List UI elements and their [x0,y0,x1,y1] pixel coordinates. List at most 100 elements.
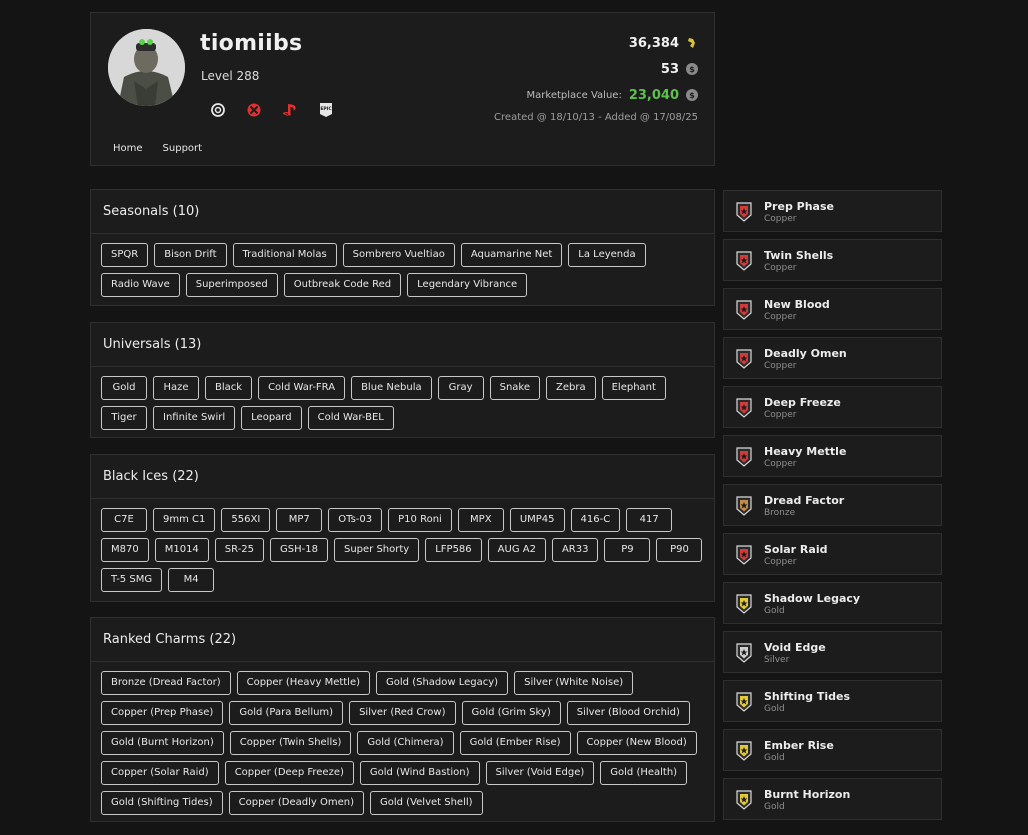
ranked-season-card[interactable]: Deep Freeze Copper [723,386,942,428]
item-chip[interactable]: Leopard [241,406,302,430]
item-chip[interactable]: Gold (Chimera) [357,731,454,755]
item-chip[interactable]: La Leyenda [568,243,646,267]
ranked-season-card[interactable]: Void Edge Silver [723,631,942,673]
ranked-season-card[interactable]: Twin Shells Copper [723,239,942,281]
ranked-season-card[interactable]: Burnt Horizon Gold [723,778,942,820]
ranked-season-card[interactable]: Ember Rise Gold [723,729,942,771]
season-name: Prep Phase [764,200,834,213]
item-chip[interactable]: Copper (Solar Raid) [101,761,219,785]
item-chip[interactable]: SPQR [101,243,149,267]
copper-rank-icon [736,545,752,565]
item-chip[interactable]: AUG A2 [487,538,546,562]
item-chip[interactable]: Elephant [601,376,666,400]
r6-credits-icon: $ [686,89,698,101]
season-rank: Copper [764,263,797,273]
platform-list: EPIC [209,101,335,119]
item-chip[interactable]: MPX [457,508,504,532]
ranked-season-card[interactable]: Dread Factor Bronze [723,484,942,526]
item-chip[interactable]: Legendary Vibrance [407,273,528,297]
item-chip[interactable]: Copper (Prep Phase) [101,701,224,725]
item-chip[interactable]: Copper (Heavy Mettle) [236,671,371,695]
item-chip[interactable]: Sombrero Vueltiao [342,243,455,267]
item-chip[interactable]: Gold (Health) [600,761,688,785]
item-chip[interactable]: Copper (New Blood) [576,731,697,755]
xbox-icon[interactable] [245,101,263,119]
item-chip[interactable]: Blue Nebula [351,376,432,400]
item-chip[interactable]: Traditional Molas [232,243,337,267]
item-chip[interactable]: P10 Roni [388,508,452,532]
item-chip[interactable]: GSH-18 [270,538,328,562]
item-chip[interactable]: Radio Wave [101,273,180,297]
item-chip[interactable]: Outbreak Code Red [283,273,402,297]
item-chip[interactable]: Copper (Deadly Omen) [228,791,364,815]
ranked-season-card[interactable]: Shifting Tides Gold [723,680,942,722]
item-chip[interactable]: P9 [604,538,651,562]
item-chip[interactable]: Gold (Velvet Shell) [370,791,483,815]
item-chip[interactable]: Copper (Twin Shells) [229,731,352,755]
ranked-season-card[interactable]: Prep Phase Copper [723,190,942,232]
section-title: Ranked Charms (22) [91,618,714,662]
item-chip[interactable]: Super Shorty [333,538,420,562]
profile-nav: Home Support [113,143,202,154]
item-chip[interactable]: MP7 [276,508,323,532]
item-chip[interactable]: Black [205,376,253,400]
item-chip[interactable]: Silver (Blood Orchid) [566,701,690,725]
item-chip[interactable]: AR33 [551,538,599,562]
item-chip[interactable]: M1014 [154,538,209,562]
item-chip[interactable]: SR-25 [214,538,265,562]
season-name: New Blood [764,298,830,311]
ranked-season-card[interactable]: Solar Raid Copper [723,533,942,575]
item-chip[interactable]: Snake [489,376,541,400]
item-chip[interactable]: Gold (Burnt Horizon) [101,731,224,755]
ranked-season-card[interactable]: Shadow Legacy Gold [723,582,942,624]
ubisoft-icon[interactable] [209,101,227,119]
item-chip[interactable]: OTs-03 [328,508,383,532]
item-chip[interactable]: Gold (Grim Sky) [461,701,561,725]
item-chip[interactable]: Tiger [101,406,147,430]
ranked-season-card[interactable]: Heavy Mettle Copper [723,435,942,477]
item-chip[interactable]: Silver (White Noise) [514,671,634,695]
item-chip[interactable]: Gray [437,376,484,400]
section-title: Universals (13) [91,323,714,367]
item-chip[interactable]: T-5 SMG [101,568,163,592]
nav-support[interactable]: Support [163,143,203,154]
copper-rank-icon [736,300,752,320]
item-chip[interactable]: Gold [101,376,147,400]
item-chip[interactable]: P90 [656,538,703,562]
epic-games-icon[interactable]: EPIC [317,101,335,119]
item-chip[interactable]: Gold (Ember Rise) [459,731,571,755]
ranked-season-card[interactable]: Deadly Omen Copper [723,337,942,379]
item-chip[interactable]: 556XI [221,508,271,532]
item-chip[interactable]: Silver (Void Edge) [485,761,595,785]
svg-text:EPIC: EPIC [320,106,332,112]
item-chip[interactable]: Bronze (Dread Factor) [101,671,231,695]
item-chip[interactable]: C7E [101,508,147,532]
item-chip[interactable]: Silver (Red Crow) [349,701,456,725]
ranked-season-card[interactable]: New Blood Copper [723,288,942,330]
item-chip[interactable]: Gold (Para Bellum) [229,701,344,725]
season-rank: Copper [764,214,797,224]
item-chip[interactable]: Gold (Wind Bastion) [359,761,480,785]
item-chip[interactable]: Superimposed [185,273,278,297]
item-chip[interactable]: 417 [626,508,673,532]
nav-home[interactable]: Home [113,143,143,154]
item-chip[interactable]: UMP45 [509,508,565,532]
item-chip[interactable]: Cold War-FRA [258,376,346,400]
item-chip[interactable]: Gold (Shadow Legacy) [376,671,509,695]
item-chip[interactable]: M4 [168,568,215,592]
item-chip[interactable]: Cold War-BEL [307,406,394,430]
item-chip[interactable]: Infinite Swirl [153,406,236,430]
item-chip[interactable]: Haze [153,376,199,400]
bronze-rank-icon [736,496,752,516]
item-chip[interactable]: 9mm C1 [153,508,216,532]
item-chip[interactable]: Zebra [546,376,596,400]
item-chip[interactable]: Bison Drift [154,243,227,267]
item-chip[interactable]: M870 [101,538,149,562]
item-chip[interactable]: Copper (Deep Freeze) [224,761,354,785]
item-chip[interactable]: Aquamarine Net [460,243,563,267]
playstation-icon[interactable] [281,101,299,119]
item-chip[interactable]: Gold (Shifting Tides) [101,791,223,815]
item-chip[interactable]: LFP586 [425,538,482,562]
item-chip[interactable]: 416-C [570,508,621,532]
copper-rank-icon [736,349,752,369]
